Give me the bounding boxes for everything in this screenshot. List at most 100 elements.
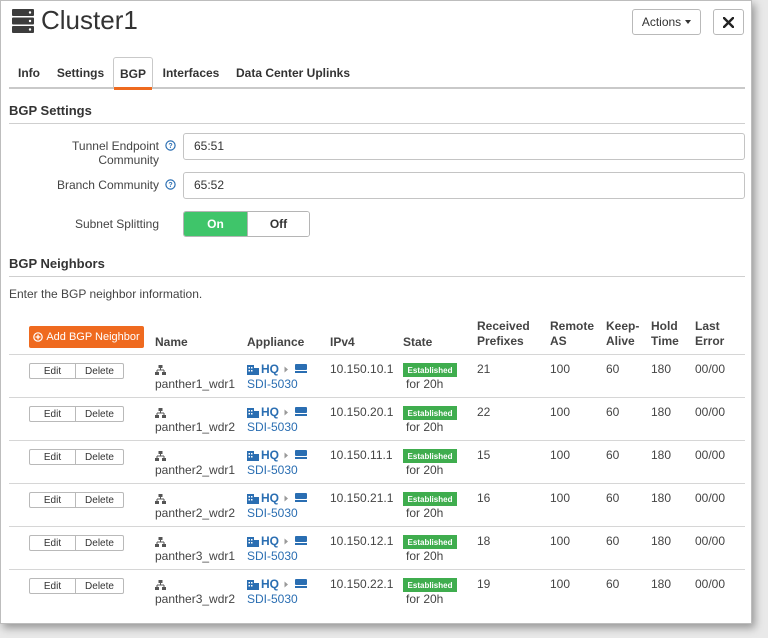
- edit-button[interactable]: Edit: [30, 579, 76, 593]
- delete-button[interactable]: Delete: [76, 536, 123, 550]
- column-header-line: Keep-: [606, 319, 640, 333]
- ipv4-address: 10.150.10.1: [330, 362, 394, 376]
- column-header-appliance: Appliance: [247, 335, 305, 349]
- appliance-link[interactable]: SDI-5030: [247, 506, 298, 520]
- column-header-remote-as: Remote AS: [550, 319, 594, 349]
- keep-alive: 60: [606, 577, 620, 591]
- chevron-right-icon: [284, 538, 288, 545]
- column-header-line: Error: [695, 334, 725, 348]
- caret-down-icon: [685, 20, 692, 24]
- subnet-splitting-off-button[interactable]: Off: [247, 212, 309, 236]
- received-prefixes: 15: [477, 448, 491, 462]
- tab-data-center-uplinks[interactable]: Data Center Uplinks: [231, 57, 355, 88]
- actions-dropdown-button[interactable]: Actions: [632, 9, 701, 35]
- edit-button[interactable]: Edit: [30, 536, 76, 550]
- site-link[interactable]: HQ: [261, 577, 279, 591]
- column-header-line: Last: [695, 319, 720, 333]
- site-link[interactable]: HQ: [261, 491, 279, 505]
- tab-interfaces[interactable]: Interfaces: [157, 57, 225, 88]
- delete-button[interactable]: Delete: [76, 364, 123, 378]
- state-duration: for 20h: [406, 420, 444, 434]
- help-icon[interactable]: ?: [165, 179, 176, 190]
- subnet-splitting-on-button[interactable]: On: [184, 212, 247, 236]
- section-divider: [9, 276, 745, 277]
- delete-button[interactable]: Delete: [76, 450, 123, 464]
- building-icon: [247, 451, 259, 461]
- building-icon: [247, 365, 259, 375]
- delete-button[interactable]: Delete: [76, 579, 123, 593]
- appliance-icon: [295, 364, 307, 373]
- close-button[interactable]: [713, 9, 744, 35]
- chevron-right-icon: [284, 452, 288, 459]
- appliance-icon: [295, 407, 307, 416]
- building-icon: [247, 408, 259, 418]
- add-bgp-neighbor-button[interactable]: Add BGP Neighbor: [29, 326, 144, 348]
- tab-bgp[interactable]: BGP: [113, 57, 153, 90]
- table-row: Edit Delete panther2_wdr2 HQ SDI-5030 10…: [9, 483, 745, 526]
- remote-as: 100: [550, 362, 571, 376]
- tunnel-endpoint-community-label: Tunnel Endpoint Community: [72, 139, 159, 167]
- neighbor-name: panther2_wdr2: [155, 506, 236, 520]
- last-error: 00/00: [695, 405, 726, 419]
- edit-button[interactable]: Edit: [30, 364, 76, 378]
- hold-time: 180: [651, 405, 672, 419]
- keep-alive: 60: [606, 491, 620, 505]
- column-header-last-error: Last Error: [695, 319, 724, 349]
- remote-as: 100: [550, 577, 571, 591]
- state-duration: for 20h: [406, 592, 444, 606]
- site-link[interactable]: HQ: [261, 534, 279, 548]
- state-badge: Established: [403, 449, 457, 463]
- state-duration: for 20h: [406, 377, 444, 391]
- building-icon: [247, 494, 259, 504]
- column-header-line: Alive: [606, 334, 635, 348]
- site-link[interactable]: HQ: [261, 362, 279, 376]
- plus-circle-icon: [33, 332, 44, 342]
- hold-time: 180: [651, 491, 672, 505]
- column-header-keep-alive: Keep- Alive: [606, 319, 639, 349]
- bgp-neighbors-intro: Enter the BGP neighbor information.: [9, 287, 203, 301]
- subnet-splitting-toggle: On Off: [183, 211, 310, 237]
- appliance-link[interactable]: SDI-5030: [247, 592, 298, 606]
- appliance-link[interactable]: SDI-5030: [247, 420, 298, 434]
- ipv4-address: 10.150.22.1: [330, 577, 394, 591]
- table-row: Edit Delete panther1_wdr1 HQ SDI-5030 10…: [9, 354, 745, 397]
- state-badge: Established: [403, 535, 457, 549]
- neighbor-name: panther1_wdr1: [155, 377, 236, 391]
- tab-info[interactable]: Info: [9, 57, 49, 88]
- chevron-right-icon: [284, 495, 288, 502]
- add-bgp-neighbor-label: Add BGP Neighbor: [46, 331, 140, 343]
- state-duration: for 20h: [406, 549, 444, 563]
- row-actions: Edit Delete: [29, 535, 124, 551]
- svg-text:?: ?: [168, 182, 172, 189]
- appliance-link[interactable]: SDI-5030: [247, 549, 298, 563]
- delete-button[interactable]: Delete: [76, 407, 123, 421]
- remote-as: 100: [550, 534, 571, 548]
- column-header-line: Received: [477, 319, 530, 333]
- appliance-link[interactable]: SDI-5030: [247, 377, 298, 391]
- network-topology-icon: [155, 494, 166, 504]
- site-link[interactable]: HQ: [261, 405, 279, 419]
- tunnel-endpoint-community-input[interactable]: 65:51: [183, 133, 745, 160]
- dialog-header: Cluster1 Actions: [1, 1, 751, 47]
- received-prefixes: 21: [477, 362, 491, 376]
- row-actions: Edit Delete: [29, 363, 124, 379]
- help-icon[interactable]: ?: [165, 140, 176, 151]
- appliance-link[interactable]: SDI-5030: [247, 463, 298, 477]
- remote-as: 100: [550, 491, 571, 505]
- branch-community-input[interactable]: 65:52: [183, 172, 745, 199]
- section-divider: [9, 123, 745, 124]
- site-link[interactable]: HQ: [261, 448, 279, 462]
- branch-community-label: Branch Community: [56, 178, 159, 192]
- hold-time: 180: [651, 577, 672, 591]
- edit-button[interactable]: Edit: [30, 407, 76, 421]
- delete-button[interactable]: Delete: [76, 493, 123, 507]
- tab-bar: Info Settings BGP Interfaces Data Center…: [9, 57, 745, 90]
- tab-settings[interactable]: Settings: [52, 57, 109, 88]
- column-header-line: Remote: [550, 319, 595, 333]
- state-badge: Established: [403, 578, 457, 592]
- column-header-hold-time: Hold Time: [651, 319, 679, 349]
- edit-button[interactable]: Edit: [30, 493, 76, 507]
- table-row: Edit Delete panther2_wdr1 HQ SDI-5030 10…: [9, 440, 745, 483]
- edit-button[interactable]: Edit: [30, 450, 76, 464]
- network-topology-icon: [155, 580, 166, 590]
